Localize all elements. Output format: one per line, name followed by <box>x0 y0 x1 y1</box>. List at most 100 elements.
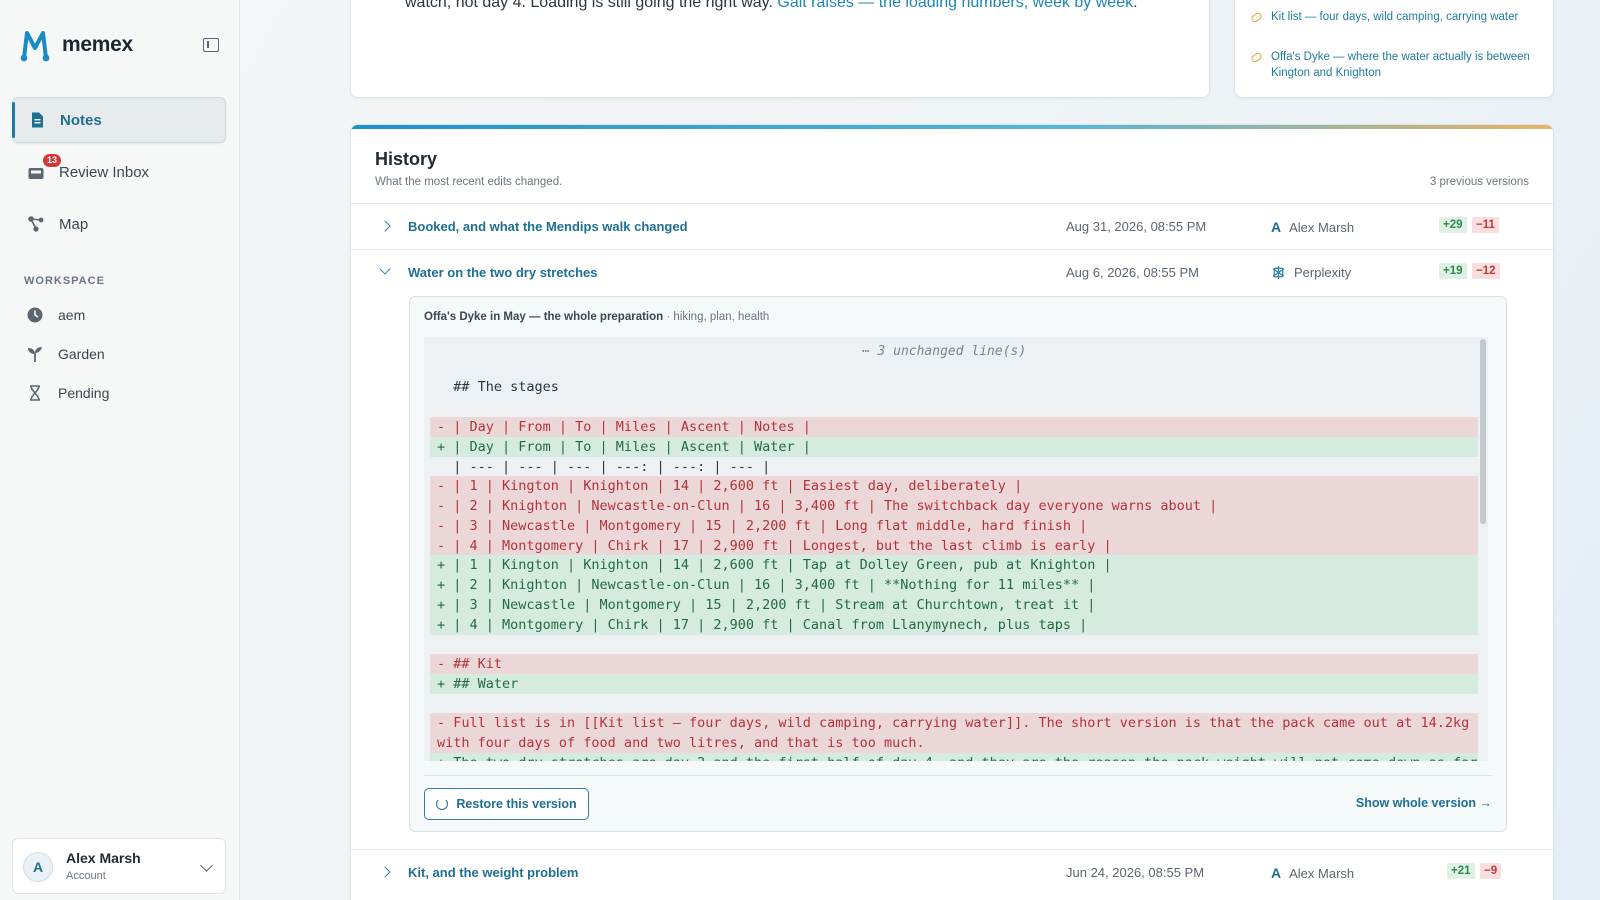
account-name: Alex Marsh <box>66 850 141 866</box>
restore-icon <box>436 798 449 810</box>
chevron-down-icon <box>200 859 213 872</box>
version-row[interactable]: Kit, and the weight problem Jun 24, 2026… <box>351 849 1553 895</box>
diff-line-added: + ## Water <box>430 674 1478 694</box>
sidebar: memex Notes 13 Review Inbox Map WORKSPAC… <box>0 0 240 900</box>
history-title: History <box>375 149 438 169</box>
version-date: Aug 6, 2026, 08:55 PM <box>1066 265 1199 280</box>
deletions-count: −12 <box>1472 263 1500 279</box>
app-name: memex <box>62 33 133 56</box>
nav-label-review-inbox: Review Inbox <box>59 163 150 181</box>
brand[interactable]: memex <box>18 28 133 62</box>
sprout-icon <box>28 347 42 362</box>
linked-note-item[interactable]: Offa's Dyke — where the water actually i… <box>1249 49 1541 81</box>
diff-line-added: + | 3 | Newcastle | Montgomery | 15 | 2,… <box>430 595 1478 615</box>
deletions-count: −9 <box>1480 863 1502 879</box>
note-text-after: . <box>1133 0 1138 11</box>
hourglass-icon <box>30 385 40 401</box>
diff-line-removed: with four days of food and two litres, a… <box>430 733 1478 753</box>
workspace-item-garden[interactable]: Garden <box>26 345 105 363</box>
deletions-count: −11 <box>1472 217 1499 233</box>
workspace-item-pending[interactable]: Pending <box>26 384 109 402</box>
restore-version-label: Restore this version <box>456 797 577 811</box>
diff-line-added: + | Day | From | To | Miles | Ascent | W… <box>430 437 1478 457</box>
restore-version-button[interactable]: Restore this version <box>424 788 589 820</box>
version-author-name: Alex Marsh <box>1289 865 1355 881</box>
workspace-label-aem: aem <box>58 307 86 323</box>
linked-note-label: Offa's Dyke — where the water actually i… <box>1271 51 1530 79</box>
version-author: A Alex Marsh <box>1271 865 1354 881</box>
workspace-label-pending: Pending <box>58 385 110 401</box>
version-title[interactable]: Water on the two dry stretches <box>408 265 598 280</box>
inbox-icon: 13 <box>27 154 62 181</box>
memex-logo-icon <box>20 31 50 62</box>
workspace-item-aem[interactable]: aem <box>26 306 85 324</box>
nav-item-map[interactable]: Map <box>12 201 226 247</box>
diff-line-removed: - ## Kit <box>430 654 1478 674</box>
sidebar-collapse-icon[interactable] <box>203 38 219 52</box>
diff-scrollbar[interactable] <box>1480 339 1486 524</box>
review-inbox-badge: 13 <box>43 154 62 167</box>
link-icon <box>1249 51 1264 64</box>
version-date: Jun 24, 2026, 08:55 PM <box>1066 865 1205 880</box>
document-icon <box>32 112 43 128</box>
graph-icon <box>28 216 44 232</box>
divider <box>424 775 1492 776</box>
version-author: Perplexity <box>1271 265 1351 280</box>
show-whole-version-link[interactable]: Show whole version → <box>1356 796 1492 810</box>
nav-label-map: Map <box>59 215 89 233</box>
diff-line-added: + | 4 | Montgomery | Chirk | 17 | 2,900 … <box>430 615 1478 635</box>
additions-count: +21 <box>1447 863 1475 879</box>
nav-item-notes[interactable]: Notes <box>12 97 226 143</box>
version-row[interactable]: Booked, and what the Mendips walk change… <box>351 203 1553 249</box>
workspace-label-garden: Garden <box>58 346 105 362</box>
linked-note-label: Kit list — four days, wild camping, carr… <box>1271 11 1519 23</box>
version-author-name: Alex Marsh <box>1289 219 1355 235</box>
clock-icon <box>27 307 43 323</box>
diff-line-added: + | 2 | Knighton | Newcastle-on-Clun | 1… <box>430 575 1478 595</box>
diff-line-context: | --- | --- | --- | ---: | ---: | --- | <box>437 459 771 475</box>
history-panel: History What the most recent edits chang… <box>350 124 1554 900</box>
chevron-right-icon[interactable] <box>379 220 391 232</box>
link-icon <box>1249 11 1264 24</box>
account-menu[interactable]: A Alex Marsh Account <box>12 838 226 894</box>
additions-count: +19 <box>1439 263 1467 279</box>
nav-item-review-inbox[interactable]: 13 Review Inbox <box>12 149 226 195</box>
diff-note-tags: · hiking, plan, health <box>666 311 770 323</box>
version-row-expanded[interactable]: Water on the two dry stretches Aug 6, 20… <box>351 249 1553 295</box>
additions-count: +29 <box>1439 217 1467 233</box>
diff-code-view[interactable]: ⋯ 3 unchanged line(s) ## The stages - | D… <box>424 337 1488 761</box>
history-version-count: 3 previous versions <box>1429 176 1529 188</box>
version-author-name: Perplexity <box>1294 265 1352 280</box>
diff-line-added: + | 1 | Kington | Knighton | 14 | 2,600 … <box>430 555 1478 575</box>
avatar: A <box>23 852 53 882</box>
version-title[interactable]: Kit, and the weight problem <box>408 865 578 880</box>
diff-line-context: ## The stages <box>437 379 559 395</box>
diff-line-removed: - Full list is in [[Kit list — four days… <box>430 713 1478 733</box>
linked-notes-card: Kit list — four days, wild camping, carr… <box>1234 0 1554 98</box>
unchanged-lines-marker[interactable]: ⋯ 3 unchanged line(s) <box>424 344 1464 359</box>
history-subtitle: What the most recent edits changed. <box>375 176 563 188</box>
diff-note-title: Offa's Dyke in May — the whole preparati… <box>424 311 664 323</box>
diff-line-removed: - | 2 | Knighton | Newcastle-on-Clun | 1… <box>430 496 1478 516</box>
diff-header: Offa's Dyke in May — the whole preparati… <box>424 311 769 323</box>
note-wikilink[interactable]: Gait raises — the loading numbers, week … <box>777 0 1133 11</box>
note-text-before: watch, not day 4. Loading is still going… <box>405 0 773 11</box>
diff-line-removed: - | Day | From | To | Miles | Ascent | N… <box>430 417 1478 437</box>
version-diff-panel: Offa's Dyke in May — the whole preparati… <box>409 296 1507 832</box>
nav-label-notes: Notes <box>60 111 102 129</box>
workspace-section-label: WORKSPACE <box>24 275 105 287</box>
diff-line-removed: - | 3 | Newcastle | Montgomery | 15 | 2,… <box>430 516 1478 536</box>
diff-line-removed: - | 4 | Montgomery | Chirk | 17 | 2,900 … <box>430 536 1478 556</box>
account-sublabel: Account <box>66 870 106 882</box>
version-title[interactable]: Booked, and what the Mendips walk change… <box>408 219 688 234</box>
note-text: watch, not day 4. Loading is still going… <box>405 0 1165 15</box>
linked-note-item[interactable]: Kit list — four days, wild camping, carr… <box>1249 9 1541 25</box>
chevron-right-icon[interactable] <box>379 866 391 878</box>
author-avatar: A <box>1271 219 1282 235</box>
version-date: Aug 31, 2026, 08:55 PM <box>1066 219 1207 234</box>
version-author: A Alex Marsh <box>1271 219 1354 235</box>
author-avatar: A <box>1271 865 1282 881</box>
perplexity-icon <box>1272 265 1285 280</box>
note-body-card: watch, not day 4. Loading is still going… <box>350 0 1210 98</box>
chevron-down-icon[interactable] <box>379 263 391 275</box>
